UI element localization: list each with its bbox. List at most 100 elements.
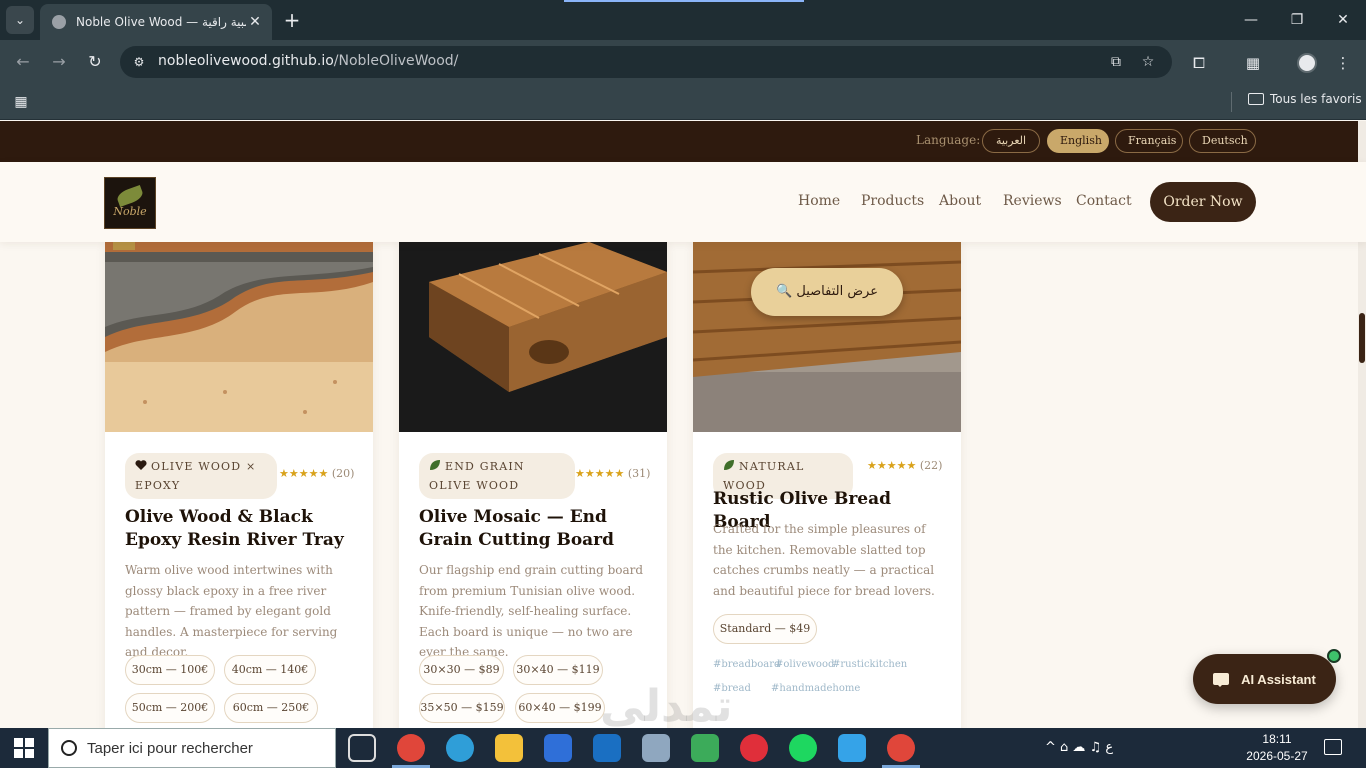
bookmark-star-icon[interactable]: ☆ <box>1138 52 1158 72</box>
spotify-icon[interactable] <box>789 734 817 762</box>
chrome-icon[interactable] <box>397 734 425 762</box>
nav-about[interactable]: About <box>939 193 981 209</box>
heart-icon <box>135 460 147 470</box>
taskbar-search-placeholder: Taper ici pour rechercher <box>87 739 253 757</box>
browser-menu-icon[interactable]: ⋮ <box>1332 52 1354 74</box>
product-description: Warm olive wood intertwines with glossy … <box>125 563 338 659</box>
back-arrow-icon[interactable]: ← <box>11 50 35 74</box>
review-count: (31) <box>627 467 651 480</box>
browser-tab-bar: ⌄ Noble Olive Wood — خشبية راقية ✕ + — ❐… <box>0 0 1366 40</box>
site-logo[interactable]: Noble <box>104 177 156 229</box>
product-description: Our flagship end grain cutting board fro… <box>419 563 644 659</box>
microsoft-store-icon[interactable] <box>544 734 572 762</box>
leaf-icon <box>430 460 440 470</box>
all-bookmarks-link[interactable]: Tous les favoris <box>1248 92 1362 106</box>
edge-icon[interactable] <box>446 734 474 762</box>
language-label: Language: <box>916 133 981 147</box>
window-close-button[interactable]: ✕ <box>1331 8 1355 32</box>
rating: ★★★★★ (31) <box>575 467 650 480</box>
lang-option-french[interactable]: Français <box>1115 129 1183 153</box>
lang-option-english[interactable]: English <box>1047 129 1109 153</box>
size-option[interactable]: 35×50 — $159 <box>419 693 505 723</box>
product-image-river-tray[interactable] <box>105 242 373 432</box>
hashtag[interactable]: #olivewood <box>775 659 834 670</box>
taskbar-search-box[interactable]: Taper ici pour rechercher <box>48 728 336 768</box>
nav-contact[interactable]: Contact <box>1076 193 1132 209</box>
qr-grid-icon[interactable]: ▦ <box>1242 52 1264 74</box>
leaf-icon <box>724 460 734 470</box>
order-now-button[interactable]: Order Now <box>1150 182 1256 222</box>
rating: ★★★★★ (22) <box>867 459 942 472</box>
nav-products[interactable]: Products <box>861 193 924 209</box>
review-count: (20) <box>331 467 355 480</box>
extensions-puzzle-icon[interactable]: ⧠ <box>1188 52 1210 74</box>
size-option[interactable]: 30cm — 100€ <box>125 655 215 685</box>
review-count: (22) <box>919 459 943 472</box>
address-bar[interactable]: ⚙ nobleolivewood.github.io/NobleOliveWoo… <box>120 46 1172 78</box>
reload-icon[interactable]: ↻ <box>83 50 107 74</box>
lang-option-arabic[interactable]: العربية <box>982 129 1040 153</box>
view-details-label: عرض التفاصيل <box>796 284 878 299</box>
tab-title: Noble Olive Wood — خشبية راقية <box>76 15 246 29</box>
taskbar-clock[interactable]: 18:11 2026-05-27 <box>1244 731 1310 765</box>
chat-bubble-icon <box>1213 673 1230 687</box>
ai-assistant-button[interactable]: AI Assistant <box>1193 654 1336 704</box>
product-card[interactable]: 🔍 عرض التفاصيل NATURAL WOOD ★★★★★ (22) R… <box>693 242 961 728</box>
product-image-end-grain-board[interactable] <box>399 242 667 432</box>
product-title[interactable]: Olive Mosaic — End Grain Cutting Board <box>419 506 647 552</box>
category-badge-text: OLIVE WOOD × EPOXY <box>135 460 257 492</box>
hashtag[interactable]: #rustickitchen <box>832 659 907 670</box>
new-tab-plus-icon[interactable]: + <box>280 8 304 32</box>
product-card[interactable]: OLIVE WOOD × EPOXY ★★★★★ (20) Olive Wood… <box>105 242 373 728</box>
size-option[interactable]: Standard — $49 <box>713 614 817 644</box>
size-option[interactable]: 50cm — 200€ <box>125 693 215 723</box>
pinterest-icon[interactable] <box>740 734 768 762</box>
product-card[interactable]: END GRAIN OLIVE WOOD ★★★★★ (31) Olive Mo… <box>399 242 667 728</box>
product-title[interactable]: Olive Wood & Black Epoxy Resin River Tra… <box>125 506 353 552</box>
task-view-icon[interactable] <box>348 734 376 762</box>
page-scrollbar-thumb[interactable] <box>1359 313 1365 363</box>
tab-search-chevron-icon[interactable]: ⌄ <box>6 6 34 34</box>
rating: ★★★★★ (20) <box>279 467 354 480</box>
forward-arrow-icon[interactable]: → <box>47 50 71 74</box>
size-option[interactable]: 40cm — 140€ <box>224 655 316 685</box>
size-option[interactable]: 30×30 — $89 <box>419 655 504 685</box>
nav-home[interactable]: Home <box>798 193 840 209</box>
outlook-icon[interactable] <box>593 734 621 762</box>
windows-taskbar: Taper ici pour rechercher ^ ⌂ ☁ ♫ ع 18:1… <box>0 728 1366 768</box>
product-description: Crafted for the simple pleasures of the … <box>713 522 935 598</box>
bookmarks-divider <box>1231 92 1232 112</box>
url-text[interactable]: nobleolivewood.github.io/NobleOliveWood/ <box>158 53 458 69</box>
folder-icon <box>1248 93 1264 105</box>
size-option[interactable]: 60×40 — $199 <box>515 693 605 723</box>
window-minimize-button[interactable]: — <box>1239 8 1263 32</box>
chrome-profile-icon[interactable] <box>887 734 915 762</box>
file-explorer-icon[interactable] <box>495 734 523 762</box>
sheets-icon[interactable] <box>691 734 719 762</box>
windows-start-icon[interactable] <box>14 738 34 758</box>
nav-reviews[interactable]: Reviews <box>1003 193 1062 209</box>
category-badge: OLIVE WOOD × EPOXY <box>125 453 277 499</box>
watermark: تمدلى <box>600 681 733 728</box>
view-details-button[interactable]: 🔍 عرض التفاصيل <box>751 268 903 316</box>
site-info-icon[interactable]: ⚙ <box>130 53 148 71</box>
browser-tab-active[interactable]: Noble Olive Wood — خشبية راقية ✕ <box>40 4 272 40</box>
hashtag[interactable]: #breadboard <box>713 659 780 670</box>
hashtag[interactable]: #handmadehome <box>771 683 860 694</box>
size-option[interactable]: 60cm — 250€ <box>224 693 318 723</box>
logo-text: Noble <box>113 204 147 218</box>
lang-option-german[interactable]: Deutsch <box>1189 129 1256 153</box>
translate-icon[interactable]: ⧉ <box>1106 52 1126 72</box>
size-option[interactable]: 30×40 — $119 <box>513 655 603 685</box>
category-badge: END GRAIN OLIVE WOOD <box>419 453 575 499</box>
magnifier-icon: 🔍 <box>776 284 797 299</box>
product-image-bread-board[interactable]: 🔍 عرض التفاصيل <box>693 242 961 432</box>
apps-grid-icon[interactable]: ▦ <box>12 93 30 111</box>
window-restore-button[interactable]: ❐ <box>1285 8 1309 32</box>
tab-close-icon[interactable]: ✕ <box>246 14 264 30</box>
notifications-icon[interactable] <box>1324 739 1342 755</box>
system-tray-icons[interactable]: ^ ⌂ ☁ ♫ ع <box>1045 740 1113 755</box>
telegram-icon[interactable] <box>838 734 866 762</box>
profile-avatar[interactable] <box>1297 53 1317 73</box>
app-icon[interactable] <box>642 734 670 762</box>
